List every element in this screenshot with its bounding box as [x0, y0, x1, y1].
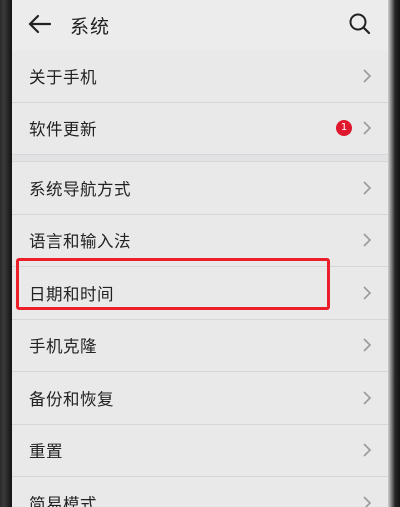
chevron-right-icon: [363, 286, 372, 300]
chevron-right-icon: [363, 121, 372, 135]
back-button[interactable]: [26, 10, 54, 38]
settings-screen: 系统 关于手机 软件更新 1 系统导航方式 语言和输入法 日期和时间 手机克隆 …: [12, 0, 388, 507]
chevron-right-icon: [363, 338, 372, 352]
menu-item-label: 备份和恢复: [29, 389, 114, 409]
menu-item-navigation-mode[interactable]: 系统导航方式: [12, 162, 388, 215]
app-header: 系统: [12, 0, 388, 50]
menu-item-simple-mode[interactable]: 简易模式: [12, 477, 388, 507]
menu-item-date-time[interactable]: 日期和时间: [12, 267, 388, 320]
menu-item-phone-clone[interactable]: 手机克隆: [12, 320, 388, 372]
back-arrow-icon: [28, 14, 52, 34]
menu-item-label: 简易模式: [29, 494, 97, 507]
settings-list: 关于手机 软件更新 1 系统导航方式 语言和输入法 日期和时间 手机克隆 备份和…: [12, 50, 388, 507]
menu-item-backup-restore[interactable]: 备份和恢复: [12, 372, 388, 425]
menu-item-label: 语言和输入法: [29, 232, 131, 252]
menu-item-label: 系统导航方式: [29, 179, 131, 199]
search-icon: [349, 13, 371, 35]
menu-item-label: 日期和时间: [29, 284, 114, 304]
chevron-right-icon: [363, 391, 372, 405]
page-title: 系统: [70, 16, 111, 38]
chevron-right-icon: [363, 181, 372, 195]
menu-item-reset[interactable]: 重置: [12, 425, 388, 477]
section-divider: [12, 155, 388, 162]
menu-item-software-update[interactable]: 软件更新 1: [12, 103, 388, 155]
menu-item-about-phone[interactable]: 关于手机: [12, 50, 388, 103]
search-button[interactable]: [346, 10, 374, 38]
phone-frame: 系统 关于手机 软件更新 1 系统导航方式 语言和输入法 日期和时间 手机克隆 …: [0, 0, 400, 507]
menu-item-label: 手机克隆: [29, 337, 97, 357]
chevron-right-icon: [363, 443, 372, 457]
menu-item-label: 关于手机: [29, 67, 97, 87]
phone-bezel-edge: [388, 0, 400, 507]
menu-item-language-input[interactable]: 语言和输入法: [12, 215, 388, 267]
chevron-right-icon: [363, 496, 372, 507]
chevron-right-icon: [363, 69, 372, 83]
chevron-right-icon: [363, 233, 372, 247]
notification-badge: 1: [336, 120, 352, 137]
menu-item-label: 重置: [29, 442, 63, 462]
menu-item-label: 软件更新: [29, 120, 97, 140]
